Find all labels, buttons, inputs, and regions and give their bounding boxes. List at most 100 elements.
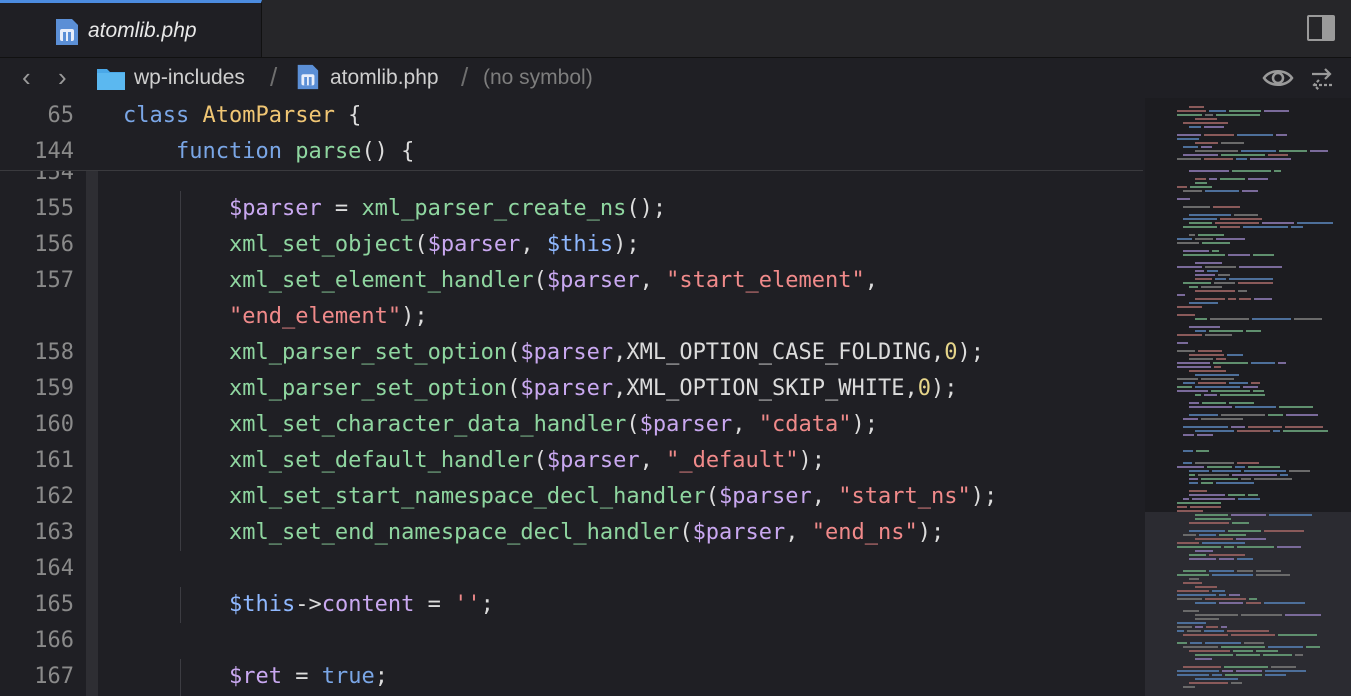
minimap-line xyxy=(1195,586,1217,588)
swap-icon[interactable] xyxy=(1309,66,1335,97)
minimap-line xyxy=(1229,382,1248,384)
code-text: xml_set_start_namespace_decl_handler($pa… xyxy=(123,479,997,515)
minimap-line xyxy=(1183,382,1195,384)
minimap-line xyxy=(1195,626,1203,628)
code-token: { xyxy=(334,103,362,128)
minimap-line xyxy=(1183,434,1194,436)
minimap-line xyxy=(1189,682,1228,684)
minimap-line xyxy=(1183,426,1228,428)
code-token: xml_set_start_namespace_decl_handler xyxy=(228,484,706,509)
minimap-line xyxy=(1189,302,1218,304)
minimap-line xyxy=(1195,118,1217,120)
minimap-line xyxy=(1201,482,1213,484)
minimap-line xyxy=(1248,494,1258,496)
minimap-line xyxy=(1195,602,1216,604)
minimap-line xyxy=(1278,634,1317,636)
minimap-line xyxy=(1195,618,1219,620)
minimap-line xyxy=(1237,558,1253,560)
minimap-line xyxy=(1198,474,1229,476)
minimap-line xyxy=(1195,278,1212,280)
line-number: 156 xyxy=(34,232,74,257)
breadcrumb-symbol[interactable]: (no symbol) xyxy=(483,65,593,91)
line-number: 161 xyxy=(34,448,74,473)
minimap-line xyxy=(1228,530,1261,532)
minimap-line xyxy=(1177,674,1209,676)
minimap-line xyxy=(1280,474,1288,476)
minimap-line xyxy=(1237,134,1273,136)
minimap-line xyxy=(1262,222,1294,224)
minimap-line xyxy=(1212,470,1241,472)
code-token: ); xyxy=(613,232,640,257)
minimap-line xyxy=(1189,354,1224,356)
line-number: 166 xyxy=(34,628,74,653)
minimap-line xyxy=(1189,358,1213,360)
minimap-line xyxy=(1207,466,1232,468)
minimap-line xyxy=(1189,558,1216,560)
sticky-scroll-header[interactable]: 65 class AtomParser {144 function parse()… xyxy=(0,98,1143,171)
minimap-line xyxy=(1205,334,1232,336)
minimap-line xyxy=(1177,502,1221,504)
minimap-line xyxy=(1236,158,1247,160)
minimap-line xyxy=(1218,274,1230,276)
minimap-line xyxy=(1256,574,1290,576)
code-text: $parser = xml_parser_create_ns(); xyxy=(123,191,666,227)
code-token: , xyxy=(639,448,667,473)
code-token: 0 xyxy=(917,376,931,401)
minimap-line xyxy=(1198,382,1226,384)
code-token: ); xyxy=(957,340,984,365)
minimap-line xyxy=(1264,602,1305,604)
code-token: xml_set_default_handler xyxy=(228,448,534,473)
breadcrumb-file[interactable]: atomlib.php xyxy=(330,65,439,91)
php-file-icon xyxy=(52,17,80,52)
minimap-line xyxy=(1177,306,1202,308)
minimap-line xyxy=(1189,222,1212,224)
back-button[interactable]: ‹ xyxy=(22,62,31,92)
minimap-line xyxy=(1177,386,1192,388)
minimap-line xyxy=(1183,146,1198,148)
code-token: "start_element" xyxy=(666,268,865,293)
code-editor[interactable]: 65 class AtomParser {144 function parse()… xyxy=(0,98,1143,696)
minimap-line xyxy=(1229,278,1273,280)
minimap-line xyxy=(1237,570,1253,572)
minimap-line xyxy=(1177,622,1206,624)
split-view-icon[interactable] xyxy=(1307,15,1335,41)
minimap-line xyxy=(1279,150,1307,152)
minimap-line xyxy=(1220,226,1240,228)
minimap-line xyxy=(1216,114,1260,116)
minimap-line xyxy=(1177,158,1201,160)
minimap-line xyxy=(1236,654,1260,656)
code-text: xml_set_element_handler($parser, "start_… xyxy=(123,263,878,299)
breadcrumb-folder[interactable]: wp-includes xyxy=(134,65,245,91)
minimap-line xyxy=(1220,218,1262,220)
minimap-line xyxy=(1195,178,1206,180)
code-token: $parser xyxy=(520,340,614,365)
minimap-line xyxy=(1228,494,1245,496)
minimap-line xyxy=(1239,266,1282,268)
minimap-line xyxy=(1285,426,1323,428)
minimap[interactable] xyxy=(1145,98,1351,696)
forward-button[interactable]: › xyxy=(58,62,67,92)
minimap-line xyxy=(1219,602,1243,604)
minimap-line xyxy=(1183,122,1228,124)
tab-atomlib[interactable]: atomlib.php xyxy=(0,0,262,57)
minimap-line xyxy=(1238,290,1247,292)
minimap-line xyxy=(1209,110,1226,112)
code-token: xml_parser_set_option xyxy=(228,376,508,401)
code-token: , xyxy=(520,232,547,257)
minimap-line xyxy=(1201,286,1222,288)
folder-icon xyxy=(96,64,126,97)
minimap-line xyxy=(1215,278,1226,280)
line-number: 144 xyxy=(34,139,74,164)
minimap-line xyxy=(1231,426,1245,428)
minimap-line xyxy=(1268,154,1288,156)
minimap-line xyxy=(1202,402,1226,404)
minimap-line xyxy=(1214,282,1235,284)
minimap-line xyxy=(1206,626,1218,628)
eye-icon[interactable] xyxy=(1262,67,1294,94)
code-token: , xyxy=(785,520,812,545)
minimap-line xyxy=(1189,406,1232,408)
minimap-line xyxy=(1195,538,1233,540)
